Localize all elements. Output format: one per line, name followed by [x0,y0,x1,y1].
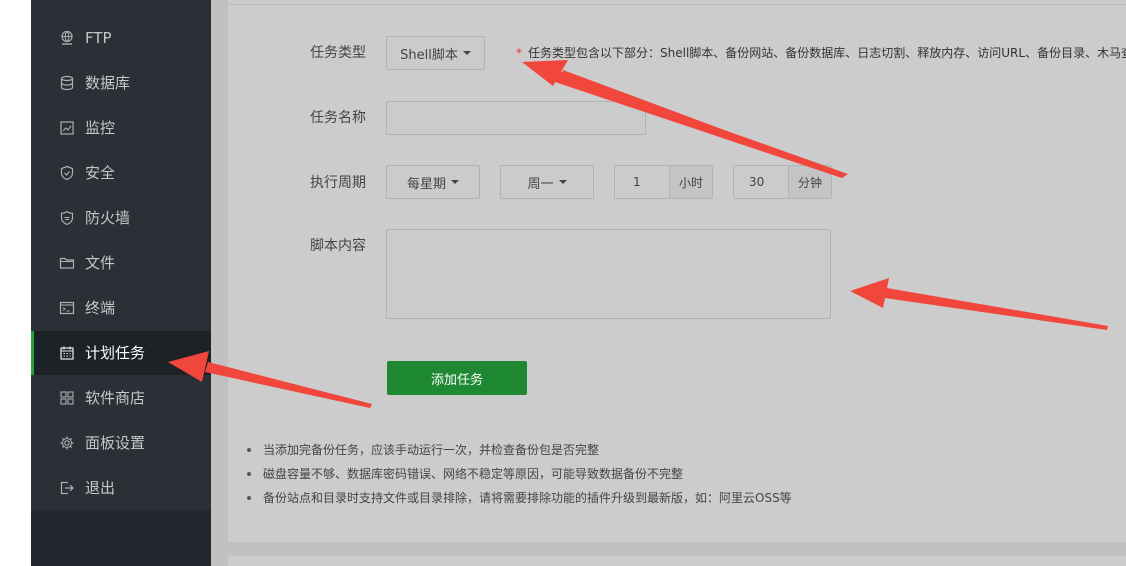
add-task-button[interactable]: 添加任务 [387,361,527,395]
divider [228,4,1126,5]
hour-input[interactable]: 1 [633,166,641,198]
minute-input[interactable]: 30 [749,166,764,198]
weekday-value: 周一 [527,176,554,192]
next-panel-edge [228,556,1126,566]
gear-icon [59,435,75,451]
sidebar-item-label: 安全 [85,164,116,182]
database-icon [59,75,75,91]
script-textarea[interactable] [386,229,831,319]
hour-unit: 小时 [669,166,712,198]
sidebar-item-label: 退出 [85,479,116,497]
shield-icon [59,165,75,181]
sidebar-item-files[interactable]: 文件 [31,241,211,285]
terminal-icon [59,300,75,316]
sidebar-item-logout[interactable]: 退出 [31,466,211,510]
sidebar-item-panel-settings[interactable]: 面板设置 [31,421,211,465]
script-label: 脚本内容 [310,238,366,254]
hour-input-group: 1 小时 [614,165,713,199]
minute-input-group: 30 分钟 [733,165,832,199]
weekday-dropdown[interactable]: 周一 [500,165,594,199]
tip-item: 当添加完备份任务，应该手动运行一次，并检查备份包是否完整 [245,438,792,462]
calendar-icon [59,345,75,361]
folder-icon [59,255,75,271]
monitor-chart-icon [59,120,75,136]
task-type-dropdown[interactable]: Shell脚本 [386,36,485,70]
sidebar-item-firewall[interactable]: 防火墙 [31,196,211,240]
task-name-label: 任务名称 [310,110,366,126]
sidebar-item-label: 数据库 [85,74,131,92]
firewall-shield-icon [59,210,75,226]
task-name-input[interactable] [386,101,646,135]
sidebar-item-monitor[interactable]: 监控 [31,106,211,150]
sidebar-item-database[interactable]: 数据库 [31,61,211,105]
sidebar-item-label: 文件 [85,254,116,272]
sidebar-item-terminal[interactable]: 终端 [31,286,211,330]
sidebar: FTP 数据库 监控 安全 防火墙 文件 终端 计划任务 软件商店 面板设置 退… [31,0,211,566]
left-margin [0,0,31,566]
tip-item: 备份站点和目录时支持文件或目录排除，请将需要排除功能的插件升级到最新版，如：阿里… [245,486,792,510]
caret-down-icon [462,51,471,55]
required-star: * [516,46,522,60]
sidebar-item-label: 防火墙 [85,209,131,227]
caret-down-icon [558,180,567,184]
task-type-value: Shell脚本 [400,47,458,63]
sidebar-menu: FTP 数据库 监控 安全 防火墙 文件 终端 计划任务 软件商店 面板设置 退… [31,0,211,510]
task-type-hint: * 任务类型包含以下部分：Shell脚本、备份网站、备份数据库、日志切割、释放内存… [516,45,1126,61]
sidebar-item-label: 计划任务 [85,344,146,362]
grid-apps-icon [59,390,75,406]
sidebar-item-security[interactable]: 安全 [31,151,211,195]
tip-item: 磁盘容量不够、数据库密码错误、网络不稳定等原因，可能导致数据备份不完整 [245,462,792,486]
sidebar-item-cron[interactable]: 计划任务 [31,331,211,375]
sidebar-item-app-store[interactable]: 软件商店 [31,376,211,420]
task-type-label: 任务类型 [310,45,366,61]
caret-down-icon [451,180,459,184]
sidebar-item-label: 监控 [85,119,116,137]
sidebar-item-ftp[interactable]: FTP [31,16,211,60]
tips-list: 当添加完备份任务，应该手动运行一次，并检查备份包是否完整 磁盘容量不够、数据库密… [245,438,792,510]
task-type-hint-text: 任务类型包含以下部分：Shell脚本、备份网站、备份数据库、日志切割、释放内存、… [528,46,1126,60]
sidebar-item-label: 面板设置 [85,434,146,452]
period-label: 执行周期 [310,175,366,191]
sidebar-item-label: FTP [85,29,112,47]
period-type-value: 每星期 [406,176,446,192]
sidebar-item-label: 终端 [85,299,116,317]
period-type-dropdown[interactable]: 每星期 [386,165,480,199]
task-name-value [387,102,397,134]
minute-unit: 分钟 [788,166,831,198]
globe-icon [59,30,75,46]
logout-icon [59,480,75,496]
sidebar-item-label: 软件商店 [85,389,146,407]
